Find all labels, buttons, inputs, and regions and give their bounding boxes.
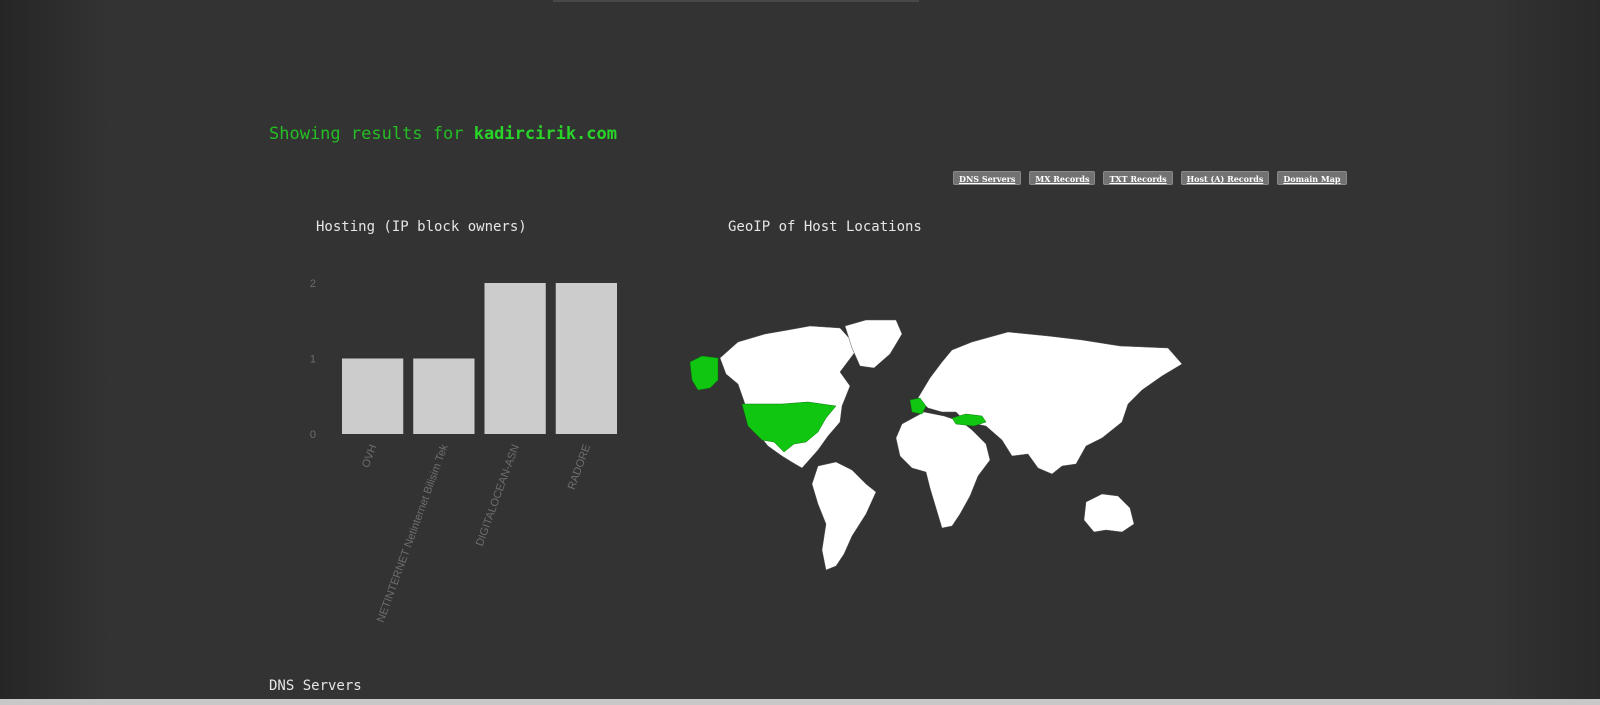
txt-records-button[interactable]: TXT Records: [1103, 171, 1173, 185]
section-nav: DNS Servers MX Records TXT Records Host …: [953, 171, 1347, 185]
x-tick-label-3: RADORE: [566, 443, 593, 491]
top-edge-strip: [553, 0, 919, 2]
bar-1: [413, 358, 475, 434]
bar-2: [484, 283, 546, 434]
map-south-america: [811, 461, 877, 571]
x-tick-label-1: NETINTERNET Netinternet Bilisim Tek: [375, 442, 451, 624]
geoip-world-map: [690, 319, 1183, 571]
map-africa: [895, 411, 991, 529]
mx-records-button[interactable]: MX Records: [1029, 171, 1096, 185]
hosting-chart-title: Hosting (IP block owners): [316, 219, 527, 235]
x-tick-label-0: OVH: [360, 443, 379, 470]
map-highlight-alaska: [690, 355, 719, 391]
y-tick-label-0: 0: [310, 429, 316, 441]
results-heading: Showing results for kadircirik.com: [269, 124, 617, 144]
dns-servers-heading: DNS Servers: [269, 678, 362, 694]
results-domain: kadircirik.com: [473, 124, 617, 144]
y-tick-label-1: 1: [310, 354, 316, 366]
map-greenland: [844, 319, 903, 369]
bar-3: [555, 283, 618, 434]
dns-servers-button[interactable]: DNS Servers: [953, 171, 1022, 185]
hosting-bar-chart: 0 1 2 OVHNETINTERNET Netinternet Bilisim Te…: [310, 278, 618, 624]
map-australia: [1083, 493, 1135, 533]
x-tick-label-2: DIGITALOCEAN-ASN: [474, 443, 522, 548]
results-prefix: Showing results for: [269, 124, 474, 144]
host-a-records-button[interactable]: Host (A) Records: [1180, 171, 1270, 185]
y-tick-label-2: 2: [310, 278, 316, 290]
bar-0: [341, 358, 404, 434]
horizontal-scrollbar[interactable]: [0, 699, 1600, 705]
geoip-map-title: GeoIP of Host Locations: [728, 219, 922, 235]
domain-map-button[interactable]: Domain Map: [1277, 171, 1347, 185]
